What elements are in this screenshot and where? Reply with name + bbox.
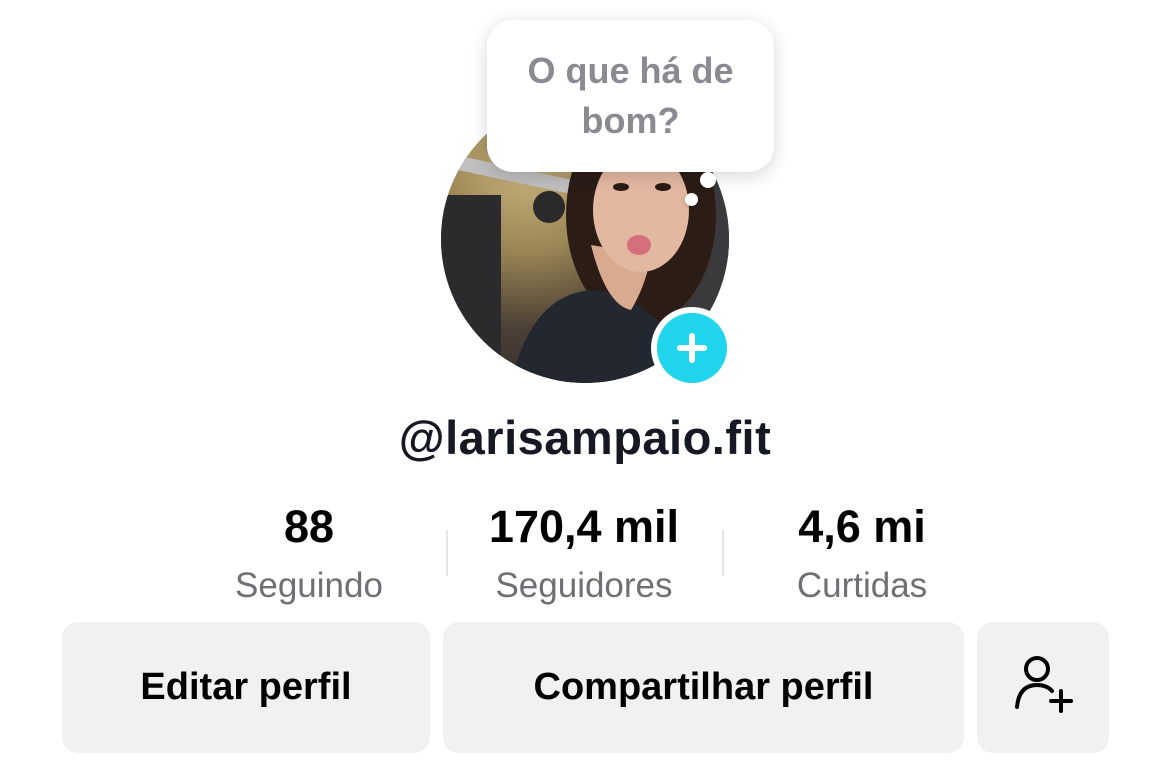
stat-divider	[722, 530, 724, 576]
edit-profile-button[interactable]: Editar perfil	[62, 622, 430, 753]
username: @larisampaio.fit	[398, 411, 772, 464]
stat-likes[interactable]: 4,6 mi Curtidas	[760, 497, 964, 611]
likes-count: 4,6 mi	[798, 501, 926, 552]
following-count: 88	[283, 501, 335, 552]
bubble-tail-dot	[700, 172, 716, 188]
stat-followers[interactable]: 170,4 mil Seguidores	[455, 497, 713, 611]
stat-divider	[446, 530, 448, 576]
likes-label: Curtidas	[796, 566, 928, 605]
profile-header: O que há de bom? @larisampaio.fit 88 Seg…	[0, 0, 1170, 779]
bubble-tail-dot	[685, 193, 698, 206]
followers-count: 170,4 mil	[488, 501, 680, 552]
followers-label: Seguidores	[495, 566, 673, 605]
add-user-icon	[1011, 651, 1075, 725]
share-profile-button[interactable]: Compartilhar perfil	[443, 622, 964, 753]
note-bubble[interactable]: O que há de bom?	[487, 20, 774, 172]
add-story-button[interactable]	[651, 307, 733, 389]
following-label: Seguindo	[235, 566, 383, 605]
plus-icon	[657, 313, 727, 383]
stat-following[interactable]: 88 Seguindo	[200, 497, 418, 611]
note-bubble-text: O que há de bom?	[527, 50, 734, 141]
add-friend-button[interactable]	[977, 622, 1109, 753]
